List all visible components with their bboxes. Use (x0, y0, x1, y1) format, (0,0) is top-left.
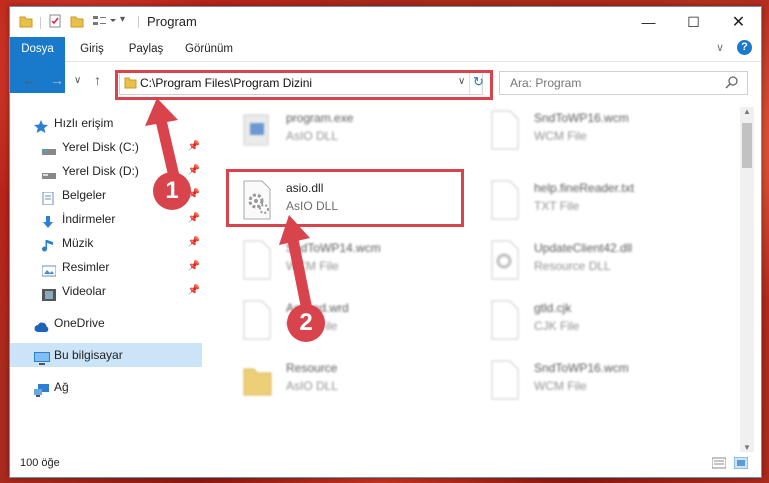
annotation-arrows (145, 98, 312, 311)
step-1-badge: 1 (153, 172, 191, 210)
step-2-badge: 2 (287, 304, 325, 342)
